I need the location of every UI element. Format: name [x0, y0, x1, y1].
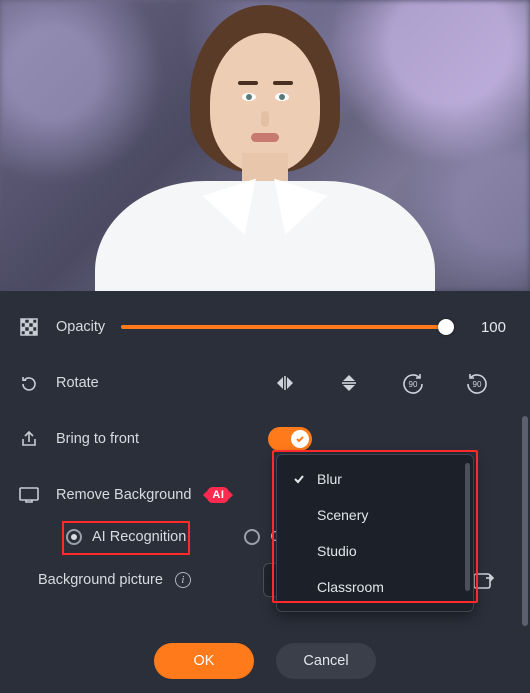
opacity-slider[interactable]	[121, 325, 446, 329]
dropdown-item-label: Classroom	[317, 579, 384, 595]
dropdown-item-label: Studio	[317, 543, 357, 559]
bring-to-front-toggle[interactable]	[268, 427, 312, 451]
background-picture-dropdown: Blur Scenery Studio Classroom	[276, 454, 474, 612]
cancel-button[interactable]: Cancel	[276, 643, 376, 679]
dropdown-scrollbar[interactable]	[465, 463, 470, 591]
opacity-label: Opacity	[56, 319, 105, 335]
remove-background-icon	[18, 487, 40, 503]
rotate-icon	[18, 374, 40, 392]
svg-text:90: 90	[409, 380, 418, 389]
video-preview	[0, 0, 530, 291]
radio-ai-recognition-label: AI Recognition	[92, 529, 186, 545]
dropdown-item-classroom[interactable]: Classroom	[277, 569, 473, 605]
dropdown-item-label: Scenery	[317, 507, 368, 523]
info-icon[interactable]: i	[175, 572, 191, 588]
dropdown-item-blur[interactable]: Blur	[277, 461, 473, 497]
check-icon	[291, 473, 307, 485]
ai-badge: AI	[207, 487, 229, 503]
ok-button-label: OK	[194, 653, 215, 669]
opacity-row: Opacity 100	[18, 299, 512, 355]
rotate-label: Rotate	[56, 375, 99, 391]
dropdown-item-studio[interactable]: Studio	[277, 533, 473, 569]
rotate-right-90-icon[interactable]: 90	[462, 368, 492, 398]
cancel-button-label: Cancel	[303, 653, 348, 669]
svg-text:90: 90	[473, 380, 482, 389]
background-picture-label: Background picture	[38, 572, 163, 588]
bring-to-front-label: Bring to front	[56, 431, 139, 447]
opacity-value: 100	[462, 319, 512, 336]
flip-vertical-icon[interactable]	[334, 368, 364, 398]
rotate-left-90-icon[interactable]: 90	[398, 368, 428, 398]
flip-horizontal-icon[interactable]	[270, 368, 300, 398]
bring-to-front-icon	[18, 430, 40, 448]
toggle-knob	[291, 430, 309, 448]
remove-background-label: Remove Background	[56, 487, 191, 503]
dropdown-item-label: Blur	[317, 471, 342, 487]
panel-scrollbar[interactable]	[522, 298, 528, 628]
radio-ai-recognition[interactable]: AI Recognition	[66, 529, 186, 545]
rotate-row: Rotate 90 90	[18, 355, 512, 411]
subject-portrait	[115, 21, 415, 291]
opacity-icon	[18, 318, 40, 336]
dropdown-item-scenery[interactable]: Scenery	[277, 497, 473, 533]
ok-button[interactable]: OK	[154, 643, 254, 679]
dialog-footer: OK Cancel	[0, 643, 530, 679]
